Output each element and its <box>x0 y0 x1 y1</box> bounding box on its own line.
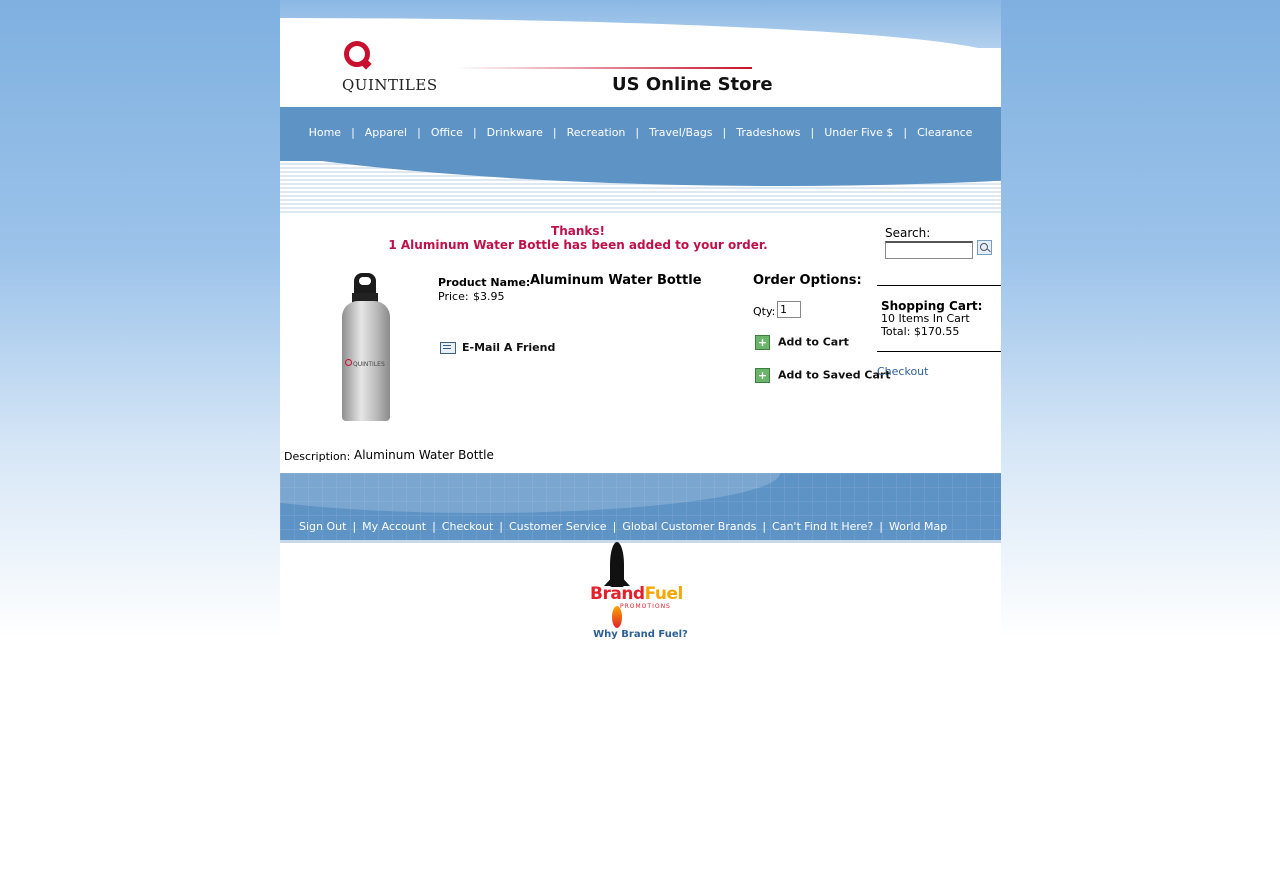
search-label: Search: <box>885 226 931 240</box>
background-right <box>1001 0 1280 640</box>
footer-world-map[interactable]: World Map <box>889 520 947 533</box>
product-name-label: Product Name: <box>438 276 531 289</box>
nav-separator: | <box>810 126 815 139</box>
nav-separator: | <box>351 126 355 139</box>
product-price: $3.95 <box>473 290 505 303</box>
main-nav: Home | Apparel | Office | Drinkware | Recreation… <box>280 107 1001 162</box>
search-icon[interactable] <box>977 240 992 255</box>
shopping-cart-title: Shopping Cart: <box>881 299 983 313</box>
footer-items: Sign Out | My Account | Checkout | Customer Se… <box>299 520 947 533</box>
checkout-link[interactable]: Checkout <box>877 365 928 378</box>
brand-fuel-tagline: PROMOTIONS <box>620 603 671 610</box>
footer-separator: | <box>762 520 767 533</box>
add-to-cart-button[interactable]: + Add to Cart <box>755 335 849 350</box>
footer-separator: | <box>499 520 503 533</box>
add-saved-cart-icon: + <box>755 368 770 383</box>
confirmation-line1: Thanks! <box>551 224 605 238</box>
nav-item-apparel[interactable]: Apparel <box>365 126 407 139</box>
store-title: US Online Store <box>612 74 773 95</box>
add-confirmation: Thanks! 1 Aluminum Water Bottle has been… <box>280 224 876 252</box>
rocket-flame <box>612 606 622 628</box>
brand-fuel-fuel: Fuel <box>644 584 684 604</box>
product-name: Aluminum Water Bottle <box>530 273 702 288</box>
nav-separator: | <box>903 126 908 139</box>
quintiles-logo-text[interactable]: QUINTILES <box>342 76 438 94</box>
bottle-cap <box>354 273 376 295</box>
nav-item-drinkware[interactable]: Drinkware <box>487 126 543 139</box>
add-cart-icon: + <box>755 335 770 350</box>
cart-item-count: 10 Items In Cart <box>881 312 970 325</box>
email-friend-button[interactable]: E-Mail A Friend <box>440 341 555 354</box>
product-image[interactable]: QUINTILES <box>340 273 392 423</box>
footer-checkout[interactable]: Checkout <box>442 520 493 533</box>
nav-item-office[interactable]: Office <box>431 126 463 139</box>
product-description: Aluminum Water Bottle <box>354 448 494 462</box>
header-wave-blue <box>280 161 1001 186</box>
brand-fuel-logo[interactable]: BrandFuel <box>590 584 683 604</box>
footer-customer-service[interactable]: Customer Service <box>509 520 607 533</box>
description-label: Description: <box>284 450 351 463</box>
nav-item-tradeshows[interactable]: Tradeshows <box>736 126 800 139</box>
footer-separator: | <box>879 520 883 533</box>
nav-item-travel-bags[interactable]: Travel/Bags <box>649 126 712 139</box>
cart-divider-top <box>877 285 1001 286</box>
background-left <box>0 0 280 640</box>
footer-separator: | <box>612 520 617 533</box>
nav-separator: | <box>472 126 477 139</box>
cart-divider-bottom <box>877 351 1001 352</box>
footer-shade <box>280 473 780 513</box>
footer-sign-out[interactable]: Sign Out <box>299 520 346 533</box>
footer-separator: | <box>352 520 357 533</box>
qty-label: Qty: <box>753 305 776 318</box>
nav-item-under-five[interactable]: Under Five $ <box>824 126 893 139</box>
nav-separator: | <box>552 126 557 139</box>
footer-nav: Sign Out | My Account | Checkout | Customer Se… <box>280 473 1001 540</box>
header-wave <box>280 161 1001 215</box>
footer-global-customer-brands[interactable]: Global Customer Brands <box>622 520 756 533</box>
add-to-cart-label: Add to Cart <box>778 335 849 349</box>
nav-separator: | <box>417 126 421 139</box>
add-to-saved-cart-label: Add to Saved Cart <box>778 368 891 382</box>
footer-cant-find-it[interactable]: Can't Find It Here? <box>772 520 873 533</box>
nav-items: Home | Apparel | Office | Drinkware | Recreation… <box>280 126 1001 139</box>
cart-total: Total: $170.55 <box>881 325 960 338</box>
order-options-title: Order Options: <box>753 273 862 288</box>
nav-item-clearance[interactable]: Clearance <box>917 126 972 139</box>
mail-icon <box>440 342 456 354</box>
nav-separator: | <box>635 126 640 139</box>
qty-input[interactable] <box>777 301 801 318</box>
why-brand-fuel-link[interactable]: Why Brand Fuel? <box>280 629 1001 640</box>
nav-item-home[interactable]: Home <box>309 126 341 139</box>
confirmation-line2: 1 Aluminum Water Bottle has been added t… <box>388 238 768 252</box>
footer-underline <box>280 540 1001 543</box>
footer-my-account[interactable]: My Account <box>362 520 426 533</box>
bottle-brand: QUINTILES <box>345 359 385 368</box>
footer-separator: | <box>432 520 436 533</box>
quintiles-logo-icon[interactable] <box>344 41 370 67</box>
search-input[interactable] <box>885 241 973 259</box>
email-friend-label: E-Mail A Friend <box>462 341 556 354</box>
price-label: Price: <box>438 290 469 303</box>
brand-fuel-brand: Brand <box>590 584 645 604</box>
nav-item-recreation[interactable]: Recreation <box>567 126 626 139</box>
page-container: QUINTILES US Online Store Home | Apparel | O… <box>280 0 1001 645</box>
nav-separator: | <box>722 126 727 139</box>
header-divider <box>456 67 752 69</box>
add-to-saved-cart-button[interactable]: + Add to Saved Cart <box>755 368 891 383</box>
